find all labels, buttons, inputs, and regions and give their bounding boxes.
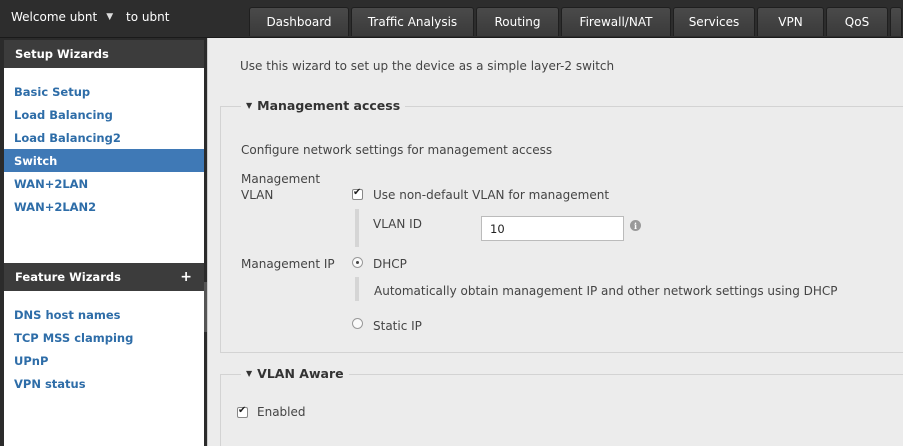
collapse-triangle-icon: ▼ xyxy=(246,101,253,110)
tab-traffic-analysis[interactable]: Traffic Analysis xyxy=(351,7,474,36)
vlan-id-input[interactable]: 10 xyxy=(481,216,624,241)
collapse-triangle-icon: ▼ xyxy=(246,369,253,378)
main-tabs: Dashboard Traffic Analysis Routing Firew… xyxy=(249,7,903,36)
sidebar: Setup Wizards Basic Setup Load Balancing… xyxy=(4,40,204,446)
sidebar-item-dns-host-names[interactable]: DNS host names xyxy=(4,303,204,326)
management-access-legend[interactable]: ▼ Management access xyxy=(241,98,406,113)
sidebar-item-load-balancing2[interactable]: Load Balancing2 xyxy=(4,126,204,149)
static-ip-label: Static IP xyxy=(373,319,422,333)
sidebar-item-vpn-status[interactable]: VPN status xyxy=(4,372,204,395)
management-vlan-label-line2: VLAN xyxy=(241,188,274,202)
sidebar-item-switch[interactable]: Switch xyxy=(4,149,204,172)
tab-services[interactable]: Services xyxy=(673,7,755,36)
management-vlan-label: Management VLAN xyxy=(241,171,320,203)
wizard-intro: Use this wizard to set up the device as … xyxy=(240,59,615,73)
top-bar: Welcome ubnt ▼ to ubnt Dashboard Traffic… xyxy=(0,0,903,38)
use-vlan-checkbox[interactable] xyxy=(352,187,363,200)
dhcp-label: DHCP xyxy=(373,257,407,271)
vlan-aware-legend[interactable]: ▼ VLAN Aware xyxy=(241,366,349,381)
dhcp-description: Automatically obtain management IP and o… xyxy=(374,284,838,298)
dhcp-radio[interactable] xyxy=(352,257,363,268)
tab-routing[interactable]: Routing xyxy=(476,7,559,36)
vlan-aware-title: VLAN Aware xyxy=(257,366,344,381)
device-label: to ubnt xyxy=(126,10,170,24)
management-access-title: Management access xyxy=(257,98,401,113)
dhcp-indent-bar xyxy=(355,277,359,301)
feature-wizards-title: Feature Wizards xyxy=(15,270,121,284)
tab-dashboard[interactable]: Dashboard xyxy=(249,7,349,36)
tab-vpn[interactable]: VPN xyxy=(757,7,824,36)
info-icon[interactable]: i xyxy=(630,220,641,231)
management-access-section: ▼ Management access Configure network se… xyxy=(220,98,903,353)
sidebar-item-load-balancing[interactable]: Load Balancing xyxy=(4,103,204,126)
caret-down-icon: ▼ xyxy=(106,12,114,22)
tab-firewall-nat[interactable]: Firewall/NAT xyxy=(561,7,671,36)
plus-icon[interactable]: + xyxy=(180,269,192,285)
vlan-aware-enabled-checkbox[interactable] xyxy=(237,405,248,418)
sidebar-item-tcp-mss-clamping[interactable]: TCP MSS clamping xyxy=(4,326,204,349)
setup-wizards-title: Setup Wizards xyxy=(15,47,109,61)
feature-wizards-header[interactable]: Feature Wizards + xyxy=(4,263,204,291)
management-description: Configure network settings for managemen… xyxy=(241,143,553,157)
tab-qos[interactable]: QoS xyxy=(826,7,888,36)
use-vlan-label: Use non-default VLAN for management xyxy=(373,188,610,202)
management-vlan-label-line1: Management xyxy=(241,172,321,186)
setup-wizards-header: Setup Wizards xyxy=(4,40,204,68)
feature-wizards-list: DNS host names TCP MSS clamping UPnP VPN… xyxy=(4,291,204,446)
vlan-id-label: VLAN ID xyxy=(373,217,422,231)
static-ip-radio[interactable] xyxy=(352,318,363,329)
main-content: Use this wizard to set up the device as … xyxy=(207,38,903,446)
sidebar-item-wan-2lan2[interactable]: WAN+2LAN2 xyxy=(4,195,204,218)
tab-overflow[interactable] xyxy=(890,7,902,36)
sidebar-item-wan-2lan[interactable]: WAN+2LAN xyxy=(4,172,204,195)
welcome-label: Welcome ubnt xyxy=(11,10,98,24)
sidebar-item-upnp[interactable]: UPnP xyxy=(4,349,204,372)
vlan-aware-enabled-label: Enabled xyxy=(257,405,306,419)
vlan-aware-section: ▼ VLAN Aware Enabled xyxy=(220,366,903,446)
sidebar-item-basic-setup[interactable]: Basic Setup xyxy=(4,80,204,103)
setup-wizards-list: Basic Setup Load Balancing Load Balancin… xyxy=(4,68,204,263)
management-ip-label: Management IP xyxy=(241,257,335,271)
user-menu[interactable]: Welcome ubnt ▼ xyxy=(11,10,113,24)
vlan-indent-bar xyxy=(355,209,359,247)
